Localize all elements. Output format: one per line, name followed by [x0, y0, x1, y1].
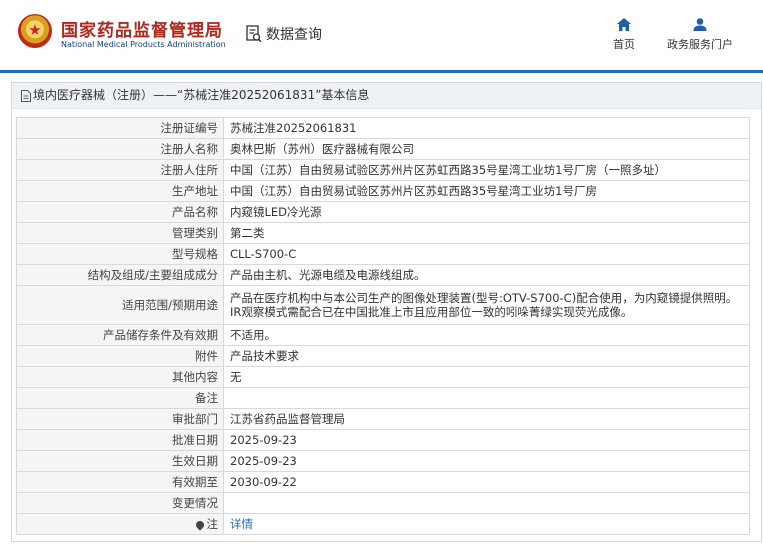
field-label: 其他内容	[16, 366, 224, 388]
field-value: 产品在医疗机构中与本公司生产的图像处理装置(型号:OTV-S700-C)配合使用…	[223, 285, 750, 325]
brand-subtitle: National Medical Products Administration	[61, 40, 226, 49]
table-row: 有效期至 2030-09-22	[16, 471, 750, 493]
nav-home[interactable]: 首页	[584, 18, 664, 52]
field-label: 批准日期	[16, 429, 224, 451]
field-label: 注册证编号	[16, 117, 224, 139]
document-search-icon	[246, 25, 262, 43]
note-label-cell: 注	[16, 513, 224, 535]
field-value: 内窥镜LED冷光源	[223, 201, 750, 223]
field-value	[223, 387, 750, 409]
data-query-link[interactable]: 数据查询	[246, 24, 322, 44]
field-label: 审批部门	[16, 408, 224, 430]
table-row: 生效日期 2025-09-23	[16, 450, 750, 472]
data-query-label: 数据查询	[266, 27, 322, 43]
field-label: 结构及组成/主要组成成分	[16, 264, 224, 286]
table-row: 管理类别 第二类	[16, 222, 750, 244]
site-header: 国家药品监督管理局 National Medical Products Admi…	[0, 0, 763, 70]
field-label: 产品储存条件及有效期	[16, 324, 224, 346]
registration-table: 注册证编号 苏械注准20252061831 注册人名称 奥林巴斯（苏州）医疗器械有限…	[16, 117, 750, 535]
table-row: 产品储存条件及有效期 不适用。	[16, 324, 750, 346]
table-row: 备注	[16, 387, 750, 409]
field-value: 第二类	[223, 222, 750, 244]
home-icon	[617, 18, 631, 31]
field-value: 2025-09-23	[223, 429, 750, 451]
table-row: 变更情况	[16, 492, 750, 514]
nav-service-portal-label: 政务服务门户	[667, 38, 733, 51]
header-divider	[0, 70, 763, 73]
field-label: 备注	[16, 387, 224, 409]
table-row: 生产地址 中国（江苏）自由贸易试验区苏州片区苏虹西路35号星湾工业坊1号厂房	[16, 180, 750, 202]
table-row: 型号规格 CLL-S700-C	[16, 243, 750, 265]
pin-icon	[193, 518, 206, 531]
field-value: 2030-09-22	[223, 471, 750, 493]
table-row: 注册人名称 奥林巴斯（苏州）医疗器械有限公司	[16, 138, 750, 160]
field-value: 中国（江苏）自由贸易试验区苏州片区苏虹西路35号星湾工业坊1号厂房	[223, 180, 750, 202]
field-label: 注册人住所	[16, 159, 224, 181]
table-row: 结构及组成/主要组成成分 产品由主机、光源电缆及电源线组成。	[16, 264, 750, 286]
field-label: 管理类别	[16, 222, 224, 244]
table-row: 产品名称 内窥镜LED冷光源	[16, 201, 750, 223]
field-label: 变更情况	[16, 492, 224, 514]
field-value: 江苏省药品监督管理局	[223, 408, 750, 430]
breadcrumb-text: 境内医疗器械（注册）——“苏械注准20252061831”基本信息	[33, 88, 370, 102]
field-label: 型号规格	[16, 243, 224, 265]
field-value: 奥林巴斯（苏州）医疗器械有限公司	[223, 138, 750, 160]
field-label: 附件	[16, 345, 224, 367]
detail-panel: 境内医疗器械（注册）——“苏械注准20252061831”基本信息 注册证编号苏…	[11, 82, 762, 542]
field-value: 产品由主机、光源电缆及电源线组成。	[223, 264, 750, 286]
table-row: 注 详情	[16, 513, 750, 535]
note-label: 注	[206, 517, 219, 531]
field-value: 无	[223, 366, 750, 388]
national-emblem-logo[interactable]	[18, 14, 52, 48]
nav-home-label: 首页	[613, 38, 635, 51]
field-value: 不适用。	[223, 324, 750, 346]
table-row: 其他内容无	[16, 366, 750, 388]
details-link[interactable]: 详情	[230, 517, 253, 531]
field-value: 产品技术要求	[223, 345, 750, 367]
field-label: 有效期至	[16, 471, 224, 493]
field-label: 生产地址	[16, 180, 224, 202]
field-value: 苏械注准20252061831	[223, 117, 750, 139]
table-row: 审批部门 江苏省药品监督管理局	[16, 408, 750, 430]
field-value: CLL-S700-C	[223, 243, 750, 265]
table-row: 批准日期 2025-09-23	[16, 429, 750, 451]
table-row: 适用范围/预期用途 产品在医疗机构中与本公司生产的图像处理装置(型号:OTV-S7…	[16, 285, 750, 325]
field-label: 生效日期	[16, 450, 224, 472]
field-label: 适用范围/预期用途	[16, 285, 224, 325]
note-value-cell: 详情	[223, 513, 750, 535]
field-value	[223, 492, 750, 514]
table-row: 注册人住所 中国（江苏）自由贸易试验区苏州片区苏虹西路35号星湾工业坊1号厂房（一…	[16, 159, 750, 181]
field-value: 2025-09-23	[223, 450, 750, 472]
brand-title[interactable]: 国家药品监督管理局	[61, 16, 223, 41]
user-icon	[693, 18, 707, 31]
table-row: 注册证编号 苏械注准20252061831	[16, 117, 750, 139]
field-label: 注册人名称	[16, 138, 224, 160]
field-value: 中国（江苏）自由贸易试验区苏州片区苏虹西路35号星湾工业坊1号厂房（一照多址）	[223, 159, 750, 181]
breadcrumb: 境内医疗器械（注册）——“苏械注准20252061831”基本信息	[12, 83, 761, 109]
document-icon	[21, 89, 31, 102]
field-label: 产品名称	[16, 201, 224, 223]
nav-service-portal[interactable]: 政务服务门户	[660, 18, 740, 52]
table-row: 附件 产品技术要求	[16, 345, 750, 367]
